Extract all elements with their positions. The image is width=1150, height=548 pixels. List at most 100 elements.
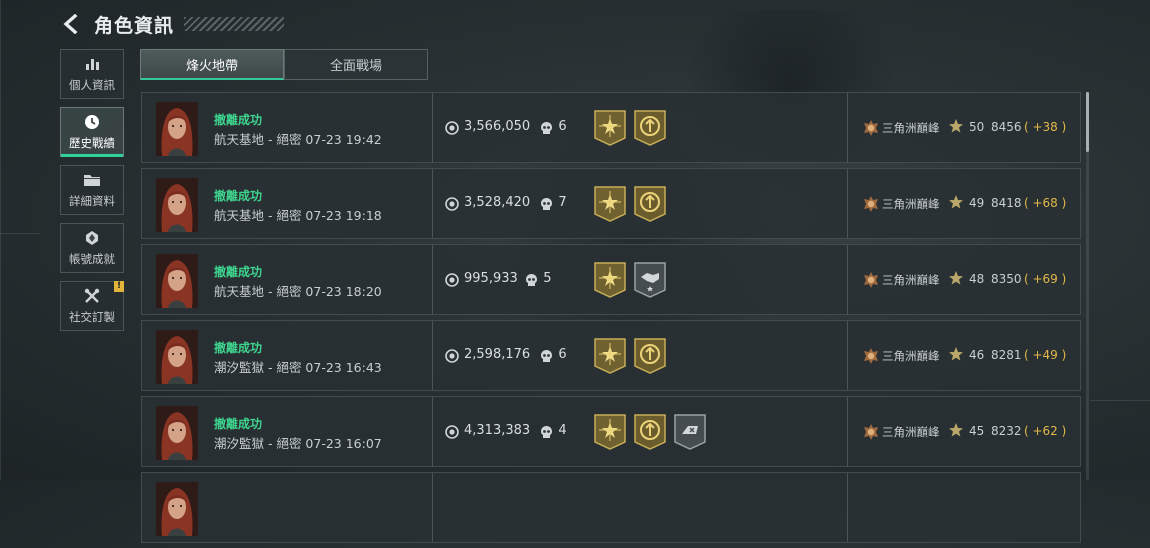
skull-icon: [540, 120, 553, 134]
tab-operations[interactable]: 烽火地帶: [140, 49, 284, 80]
score-delta: ( +49 ): [1024, 348, 1067, 362]
divider: [847, 473, 848, 542]
rank-score: 8456: [991, 120, 1022, 134]
rank-name: 三角洲巔峰: [882, 121, 940, 135]
map-and-time: 潮汐監獄 - 絕密 07-23 16:07: [214, 436, 382, 451]
nav-label: 詳細資料: [69, 194, 115, 208]
match-record-row[interactable]: 撤離成功 潮汐監獄 - 絕密 07-23 16:43 2,598,176 6 三…: [141, 320, 1081, 391]
kill-count: 7: [558, 195, 567, 210]
divider: [847, 321, 848, 390]
gold-star-badge[interactable]: [594, 186, 626, 222]
extract-value: 3,528,420: [464, 195, 531, 210]
grey-item-badge[interactable]: [674, 414, 706, 450]
divider: [847, 245, 848, 314]
kill-count: 6: [558, 119, 567, 134]
divider: [432, 169, 433, 238]
rank-score: 8350: [991, 272, 1022, 286]
page-title: 角色資訊: [94, 14, 175, 37]
nav-item-profile[interactable]: 個人資訊: [60, 49, 124, 99]
rank-level: 48: [969, 272, 985, 286]
operator-avatar: [156, 330, 198, 384]
match-record-row[interactable]: [141, 472, 1081, 543]
gold-shield-badge[interactable]: [634, 110, 666, 146]
divider: [432, 473, 433, 542]
map-and-time: 潮汐監獄 - 絕密 07-23 16:43: [214, 360, 382, 375]
extract-value: 2,598,176: [464, 347, 531, 362]
extraction-status: 撤離成功: [214, 113, 263, 127]
divider: [432, 93, 433, 162]
star-icon: [948, 270, 964, 286]
value-icon: [445, 196, 459, 211]
rank-score: 8281: [991, 348, 1022, 362]
score-delta: ( +68 ): [1024, 196, 1067, 210]
rank-icon: [862, 271, 880, 289]
star-icon: [948, 422, 964, 438]
skull-icon: [540, 424, 553, 438]
rank-level: 46: [969, 348, 985, 362]
nav-item-achievements[interactable]: 帳號成就: [60, 223, 124, 273]
nav-label: 社交訂製: [69, 310, 115, 324]
extract-value: 4,313,383: [464, 423, 531, 438]
match-record-row[interactable]: 撤離成功 航天基地 - 絕密 07-23 19:18 3,528,420 7 三…: [141, 168, 1081, 239]
gold-star-badge[interactable]: [594, 110, 626, 146]
gold-shield-badge[interactable]: [634, 414, 666, 450]
kill-count: 6: [558, 347, 567, 362]
folder-icon: [83, 171, 101, 189]
scrollbar-thumb[interactable]: [1086, 92, 1089, 152]
operator-avatar: [156, 254, 198, 308]
star-icon: [948, 346, 964, 362]
tab-warfare[interactable]: 全面戰場: [284, 49, 428, 80]
operator-avatar: [156, 482, 198, 536]
value-icon: [445, 424, 459, 439]
divider: [432, 245, 433, 314]
skull-icon: [525, 272, 538, 286]
grey-handshake-badge[interactable]: [634, 262, 666, 298]
gold-star-badge[interactable]: [594, 414, 626, 450]
match-record-row[interactable]: 撤離成功 航天基地 - 絕密 07-23 18:20 995,933 5 三角洲…: [141, 244, 1081, 315]
chevron-left-icon[interactable]: [60, 13, 82, 35]
rank-level: 49: [969, 196, 985, 210]
nav-item-details[interactable]: 詳細資料: [60, 165, 124, 215]
operator-avatar: [156, 102, 198, 156]
extraction-status: 撤離成功: [214, 341, 263, 355]
rank-level: 50: [969, 120, 985, 134]
operator-avatar: [156, 406, 198, 460]
bar-chart-icon: [83, 55, 101, 73]
rank-icon: [862, 423, 880, 441]
gold-star-badge[interactable]: [594, 262, 626, 298]
divider: [432, 397, 433, 466]
background-line: [0, 0, 1, 480]
divider: [847, 397, 848, 466]
rank-icon: [862, 119, 880, 137]
achievement-icon: [83, 229, 101, 247]
rank-name: 三角洲巔峰: [882, 425, 940, 439]
value-icon: [445, 120, 459, 135]
match-record-row[interactable]: 撤離成功 航天基地 - 絕密 07-23 19:42 3,566,050 6 三…: [141, 92, 1081, 163]
operator-avatar: [156, 178, 198, 232]
rank-score: 8232: [991, 424, 1022, 438]
rank-score: 8418: [991, 196, 1022, 210]
rank-level: 45: [969, 424, 985, 438]
divider: [432, 321, 433, 390]
map-and-time: 航天基地 - 絕密 07-23 19:42: [214, 132, 382, 147]
clock-icon: [83, 113, 101, 131]
rank-name: 三角洲巔峰: [882, 349, 940, 363]
gold-star-badge[interactable]: [594, 338, 626, 374]
nav-item-history[interactable]: 歷史戰績: [60, 107, 124, 157]
match-record-row[interactable]: 撤離成功 潮汐監獄 - 絕密 07-23 16:07 4,313,383 4 三…: [141, 396, 1081, 467]
gold-shield-badge[interactable]: [634, 338, 666, 374]
background-line: [1090, 400, 1150, 401]
kill-count: 5: [543, 271, 552, 286]
rank-name: 三角洲巔峰: [882, 197, 940, 211]
nav-label: 帳號成就: [69, 252, 115, 266]
rank-icon: [862, 195, 880, 213]
nav-item-social[interactable]: 社交訂製 !: [60, 281, 124, 331]
score-delta: ( +62 ): [1024, 424, 1067, 438]
divider: [847, 169, 848, 238]
rank-icon: [862, 347, 880, 365]
alert-badge: !: [114, 281, 124, 292]
side-nav: 個人資訊 歷史戰績 詳細資料 帳號成就 社交訂製 !: [60, 49, 126, 339]
gold-shield-badge[interactable]: [634, 186, 666, 222]
skull-icon: [540, 348, 553, 362]
page-header: 角色資訊: [60, 8, 285, 40]
